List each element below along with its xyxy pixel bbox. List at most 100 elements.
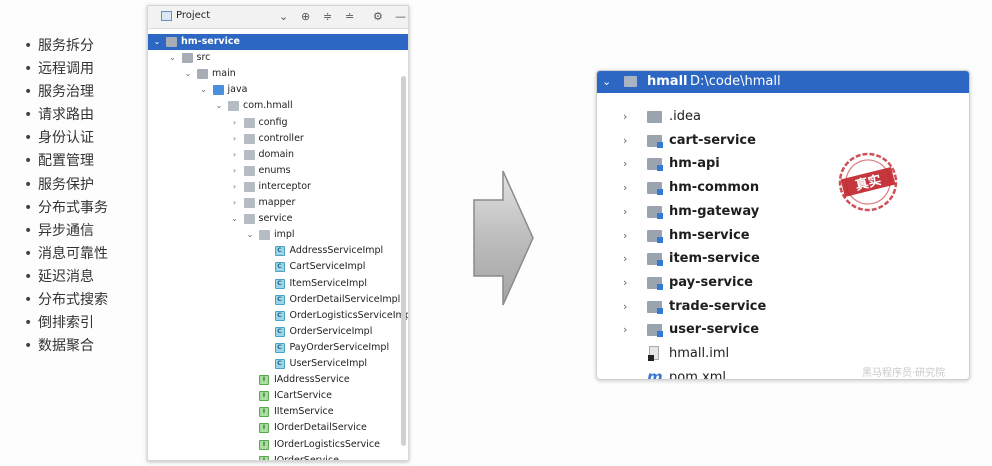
root-path: D:\code\hmall <box>690 74 781 89</box>
tree-row[interactable]: › domain <box>148 147 408 163</box>
bullet-dot: • <box>24 268 33 285</box>
expand-all-icon[interactable]: ≑ <box>323 10 332 23</box>
chevron-right-icon[interactable]: › <box>623 224 627 248</box>
chevron-right-icon[interactable]: › <box>230 147 240 163</box>
hmall-row[interactable]: › hm-service <box>597 224 969 248</box>
tree-row[interactable]: C OrderLogisticsServiceImpl <box>148 308 408 324</box>
minimize-icon[interactable]: — <box>395 10 406 23</box>
tree-row[interactable]: ⌄ hm-service <box>148 34 408 50</box>
hmall-project-tree: ⌄ hmall D:\code\hmall › .idea › cart-servic… <box>596 70 970 380</box>
tree-row[interactable]: C OrderServiceImpl <box>148 324 408 340</box>
chevron-down-icon[interactable]: ⌄ <box>168 50 178 66</box>
hmall-row-label: .idea <box>669 109 701 124</box>
chevron-down-icon[interactable]: ⌄ <box>214 98 224 114</box>
bullet-item: • 异步通信 <box>24 221 108 244</box>
chevron-down-icon[interactable]: ⌄ <box>602 71 611 93</box>
hmall-row-label: hm-common <box>669 180 760 196</box>
chevron-right-icon[interactable]: › <box>623 152 627 176</box>
chevron-right-icon[interactable]: › <box>623 176 627 200</box>
tree-row[interactable]: I IOrderLogisticsService <box>148 437 408 453</box>
bullet-item: • 服务拆分 <box>24 36 108 59</box>
project-title[interactable]: Project <box>176 10 210 21</box>
tree-row-label: ItemServiceImpl <box>289 277 367 289</box>
chevron-down-icon[interactable]: ⌄ <box>230 211 240 227</box>
tree-row[interactable]: C OrderDetailServiceImpl <box>148 292 408 308</box>
tree-row[interactable]: I ICartService <box>148 388 408 404</box>
tree-row-label: CartServiceImpl <box>289 261 366 273</box>
tree-row[interactable]: › controller <box>148 131 408 147</box>
chevron-right-icon[interactable]: › <box>623 200 627 224</box>
tree-row[interactable]: C CartServiceImpl <box>148 259 408 275</box>
chevron-down-icon[interactable]: ⌄ <box>152 34 162 50</box>
tree-row[interactable]: C AddressServiceImpl <box>148 243 408 259</box>
chevron-right-icon[interactable]: › <box>623 247 627 271</box>
tree-row[interactable]: C PayOrderServiceImpl <box>148 340 408 356</box>
chevron-right-icon[interactable]: › <box>230 131 240 147</box>
hmall-row-label: user-service <box>669 322 760 338</box>
tree-row[interactable]: C ItemServiceImpl <box>148 276 408 292</box>
chevron-right-icon[interactable]: › <box>230 115 240 131</box>
hmall-row[interactable]: › cart-service <box>597 129 969 153</box>
hmall-row[interactable]: › pay-service <box>597 271 969 295</box>
tree-row-label: OrderLogisticsServiceImpl <box>289 309 409 321</box>
chevron-right-icon[interactable]: › <box>230 179 240 195</box>
chevron-down-icon[interactable]: ⌄ <box>245 227 255 243</box>
hmall-row[interactable]: › user-service <box>597 318 969 342</box>
chevron-down-icon[interactable]: ⌄ <box>279 10 288 23</box>
tree-row[interactable]: ⌄ impl <box>148 227 408 243</box>
chevron-right-icon[interactable]: › <box>623 271 627 295</box>
chevron-right-icon[interactable]: › <box>623 318 627 342</box>
tree-row[interactable]: I IOrderService <box>148 453 408 460</box>
topic-bullet-list: • 服务拆分 • 远程调用 • 服务治理 • 请求路由 • 身份认证 • 配置管理 • 服务保护 • 分布式事… <box>24 36 108 359</box>
bullet-item: • 身份认证 <box>24 128 108 151</box>
vertical-scrollbar[interactable] <box>401 76 406 446</box>
package-icon <box>243 214 255 225</box>
tree-row[interactable]: › enums <box>148 163 408 179</box>
tree-row[interactable]: › mapper <box>148 195 408 211</box>
bullet-dot: • <box>24 176 33 193</box>
chevron-right-icon[interactable]: › <box>623 105 627 129</box>
chevron-down-icon[interactable]: ⌄ <box>199 82 209 98</box>
hmall-row[interactable]: › hm-gateway <box>597 200 969 224</box>
chevron-right-icon[interactable]: › <box>230 163 240 179</box>
tree-row-label: ICartService <box>274 390 332 402</box>
bullet-item: • 分布式事务 <box>24 198 108 221</box>
hmall-row-label: pay-service <box>669 274 753 290</box>
tree-row[interactable]: I IAddressService <box>148 372 408 388</box>
chevron-right-icon[interactable]: › <box>230 195 240 211</box>
tree-row-label: impl <box>274 229 295 241</box>
hmall-row[interactable]: hmall.iml <box>597 342 969 366</box>
tree-row[interactable]: ⌄ java <box>148 82 408 98</box>
hmall-root-row[interactable]: ⌄ hmall D:\code\hmall <box>597 71 969 93</box>
chevron-right-icon[interactable]: › <box>623 129 627 153</box>
module-folder-icon <box>647 229 663 243</box>
tree-row[interactable]: › config <box>148 115 408 131</box>
module-folder-icon <box>647 182 663 196</box>
tree-row[interactable]: › interceptor <box>148 179 408 195</box>
tree-row-label: java <box>227 84 248 96</box>
chevron-right-icon[interactable]: › <box>623 295 627 319</box>
tree-row[interactable]: ⌄ main <box>148 66 408 82</box>
tree-row[interactable]: ⌄ com.hmall <box>148 98 408 114</box>
chevron-down-icon[interactable]: ⌄ <box>183 66 193 82</box>
bullet-dot: • <box>24 245 33 262</box>
folder-icon <box>197 69 208 80</box>
tree-row[interactable]: I IOrderDetailService <box>148 420 408 436</box>
gear-icon[interactable]: ⚙ <box>373 10 383 23</box>
bullet-item: • 配置管理 <box>24 151 108 174</box>
tree-row[interactable]: I IItemService <box>148 404 408 420</box>
tree-row-label: OrderDetailServiceImpl <box>289 293 401 305</box>
hmall-row[interactable]: › trade-service <box>597 295 969 319</box>
hmall-row[interactable]: › .idea <box>597 105 969 129</box>
tree-row[interactable]: ⌄ service <box>148 211 408 227</box>
hmall-row[interactable]: › hm-common <box>597 176 969 200</box>
hmall-row[interactable]: › item-service <box>597 247 969 271</box>
tree-row[interactable]: C UserServiceImpl <box>148 356 408 372</box>
bullet-item: • 数据聚合 <box>24 336 108 359</box>
hmall-row[interactable]: › hm-api <box>597 152 969 176</box>
tree-row[interactable]: ⌄ src <box>148 50 408 66</box>
project-panel-header: Project ⌄ ⊕ ≑ ≐ ⚙ — <box>148 6 408 29</box>
bullet-item: • 消息可靠性 <box>24 244 108 267</box>
locate-icon[interactable]: ⊕ <box>301 10 310 23</box>
collapse-all-icon[interactable]: ≐ <box>345 10 354 23</box>
